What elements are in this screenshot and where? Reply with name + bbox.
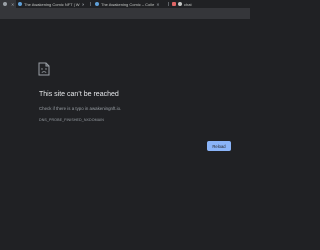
tab-divider [90,2,91,6]
close-icon[interactable]: ✕ [82,2,84,7]
tab-divider [168,2,169,6]
tab-label: The Awakening Comic – Colle [101,1,155,7]
tab-label: The Awakening Comic NFT | W [24,1,80,7]
close-icon[interactable]: ✕ [156,2,159,7]
error-description: Check if there is a typo in awakeningnft… [39,106,122,111]
tab-awakening-collection[interactable]: The Awakening Comic – Colle ✕ [95,0,163,8]
reload-button[interactable]: Reload [207,141,231,151]
tab-strip: ✕ The Awakening Comic NFT | W ✕ The Awak… [0,0,250,8]
chat-icon [178,2,182,6]
error-code: DNS_PROBE_FINISHED_NXDOMAIN [39,118,105,122]
site-icon [18,2,22,6]
sad-page-icon [38,62,50,76]
error-title: This site can’t be reached [39,91,119,98]
globe-icon [3,2,7,6]
tab-awakening-nft[interactable]: The Awakening Comic NFT | W ✕ [18,0,84,8]
browser-toolbar [0,8,250,19]
site-icon [95,2,99,6]
tab-chat[interactable]: chat [172,0,212,8]
tab-label: chat [184,1,192,7]
flag-icon [172,2,176,6]
close-icon[interactable]: ✕ [11,2,14,7]
error-page [0,19,250,250]
tab-active[interactable]: ✕ [0,0,16,8]
